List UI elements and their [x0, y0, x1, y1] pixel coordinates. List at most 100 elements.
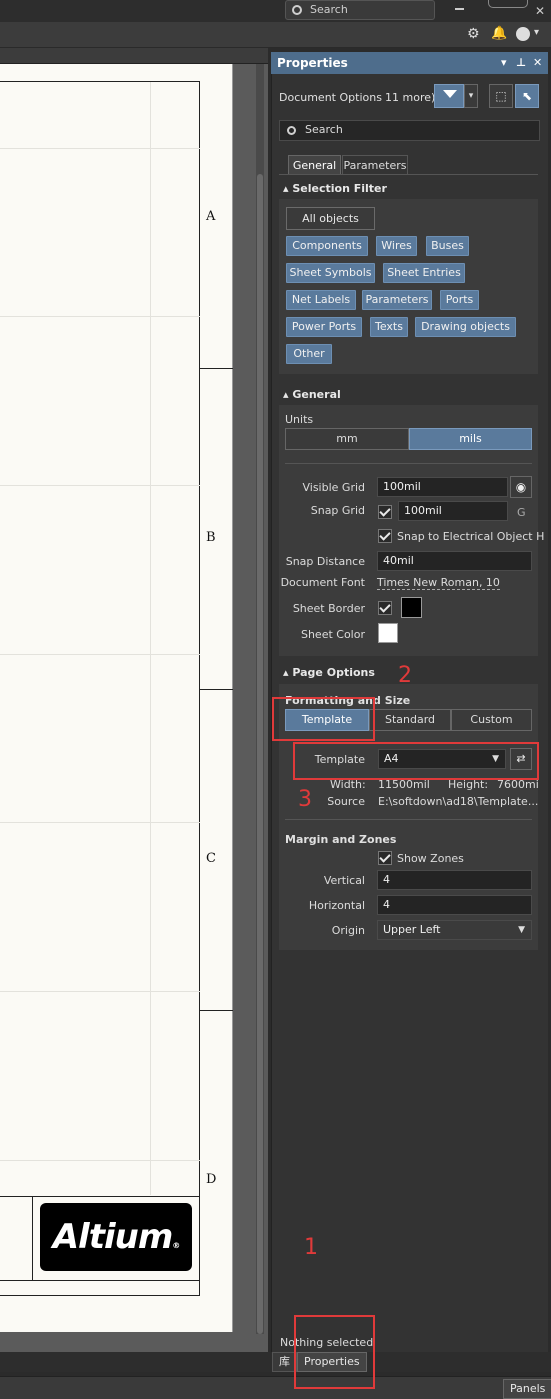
show-zones-checkbox[interactable]: [378, 851, 392, 865]
bell-icon[interactable]: 🔔: [491, 26, 507, 41]
chevron-down-icon[interactable]: ▾: [534, 27, 539, 38]
document-font-label: Document Font: [280, 576, 365, 589]
grid-line: [0, 1160, 200, 1161]
global-search-input[interactable]: Search: [285, 0, 435, 20]
more-count-label: 11 more): [385, 91, 436, 104]
pin-icon[interactable]: ⊥: [516, 52, 526, 74]
selection-filter-title: ▴ Selection Filter: [283, 182, 387, 195]
sheet-color-swatch[interactable]: [378, 623, 398, 643]
filter-drawing-objects[interactable]: Drawing objects: [415, 317, 516, 337]
units-mm[interactable]: mm: [285, 428, 409, 450]
grid-line: [0, 485, 200, 486]
divider: [285, 463, 532, 464]
annotation-number-3: 3: [298, 787, 312, 812]
zone-label-a: A: [206, 209, 216, 224]
units-label: Units: [285, 413, 314, 426]
source-label: Source: [327, 795, 365, 808]
filter-power-ports[interactable]: Power Ports: [286, 317, 362, 337]
vertical-label: Vertical: [323, 874, 365, 887]
select-inside-icon[interactable]: ⬚: [489, 84, 513, 108]
horizontal-input[interactable]: 4: [377, 895, 532, 915]
document-font-link[interactable]: Times New Roman, 10: [377, 576, 500, 590]
source-value: E:\softdown\ad18\Template...: [378, 795, 539, 808]
sheet-border-color-swatch[interactable]: [401, 597, 422, 618]
zone-divider: [200, 368, 233, 369]
panel-title: Properties: [277, 56, 348, 70]
origin-select[interactable]: Upper Left ▼: [377, 920, 532, 940]
panels-button[interactable]: Panels: [503, 1379, 551, 1399]
annotation-box-1: [294, 1315, 375, 1389]
snap-grid-input[interactable]: 100mil: [398, 501, 508, 521]
select-cursor-icon[interactable]: ⬉: [515, 84, 539, 108]
snap-distance-input[interactable]: 40mil: [377, 551, 532, 571]
page-options-title: ▴ Page Options: [283, 666, 375, 679]
grid-line: [150, 82, 151, 1195]
panel-search-input[interactable]: Search: [279, 120, 540, 141]
filter-sheet-entries[interactable]: Sheet Entries: [383, 263, 465, 283]
grid-line: [0, 148, 200, 149]
doc-options-label: Document Options: [279, 91, 382, 104]
close-window-icon[interactable]: ✕: [535, 4, 545, 18]
panel-tab-bar: 库 Properties: [0, 1352, 551, 1372]
snap-distance-label: Snap Distance: [285, 555, 365, 568]
tab-parameters[interactable]: Parameters: [342, 155, 408, 175]
sheet-color-label: Sheet Color: [300, 628, 365, 641]
gear-icon[interactable]: ⚙: [467, 26, 480, 42]
filter-dropdown-icon[interactable]: ▾: [464, 84, 478, 108]
mode-custom[interactable]: Custom: [451, 709, 532, 731]
filter-components[interactable]: Components: [286, 236, 368, 256]
scrollbar-thumb[interactable]: [257, 174, 263, 1334]
grid-line: [0, 654, 200, 655]
tab-general[interactable]: General: [288, 155, 341, 175]
status-bar: Panels: [0, 1376, 551, 1399]
panel-search-placeholder: Search: [305, 123, 343, 136]
filter-ports[interactable]: Ports: [440, 290, 479, 310]
zone-label-d: D: [206, 1172, 217, 1187]
annotation-box-3: [293, 742, 539, 780]
divider: [285, 819, 532, 820]
filter-texts[interactable]: Texts: [370, 317, 408, 337]
filter-net-labels[interactable]: Net Labels: [286, 290, 356, 310]
panel-header: Properties ▾ ⊥ ✕: [271, 52, 548, 74]
units-mils[interactable]: mils: [409, 428, 532, 450]
sheet-frame: [0, 81, 200, 1296]
minimize-icon[interactable]: [455, 8, 464, 10]
all-objects-button[interactable]: All objects: [286, 207, 375, 230]
toolbar: ⚙ 🔔 ▾: [0, 22, 551, 48]
visible-grid-input[interactable]: 100mil: [377, 477, 508, 497]
search-icon: [292, 5, 302, 15]
annotation-number-1: 1: [304, 1235, 318, 1260]
zone-divider: [200, 1010, 233, 1011]
annotation-box-2: [272, 697, 375, 741]
vertical-input[interactable]: 4: [377, 870, 532, 890]
filter-other[interactable]: Other: [286, 344, 332, 364]
grid-line: [0, 316, 200, 317]
snap-electrical-checkbox[interactable]: [378, 529, 392, 543]
user-avatar-icon[interactable]: [516, 27, 530, 41]
search-icon: [287, 126, 296, 135]
vertical-scrollbar[interactable]: [256, 64, 264, 1334]
zone-divider: [200, 689, 233, 690]
close-panel-icon[interactable]: ✕: [533, 52, 542, 74]
mode-standard[interactable]: Standard: [369, 709, 451, 731]
panel-menu-icon[interactable]: ▾: [501, 52, 507, 74]
grid-line: [0, 822, 200, 823]
annotation-number-2: 2: [398, 663, 412, 688]
eye-icon[interactable]: ◉: [510, 476, 532, 498]
units-toggle: mm mils: [285, 428, 532, 450]
filter-buses[interactable]: Buses: [426, 236, 469, 256]
snap-grid-checkbox[interactable]: [378, 505, 392, 519]
window-control[interactable]: [488, 0, 528, 8]
filter-wires[interactable]: Wires: [376, 236, 417, 256]
origin-value: Upper Left: [383, 923, 441, 936]
title-bar: Search ✕: [0, 0, 551, 22]
sheet-border-checkbox[interactable]: [378, 601, 392, 615]
grid-line: [0, 991, 200, 992]
filter-icon: [443, 90, 457, 98]
filter-button[interactable]: [434, 84, 464, 108]
horizontal-label: Horizontal: [308, 899, 365, 912]
filter-sheet-symbols[interactable]: Sheet Symbols: [286, 263, 375, 283]
snap-grid-shortcut: G: [517, 506, 526, 519]
filter-parameters[interactable]: Parameters: [362, 290, 432, 310]
zone-label-c: C: [206, 851, 216, 866]
